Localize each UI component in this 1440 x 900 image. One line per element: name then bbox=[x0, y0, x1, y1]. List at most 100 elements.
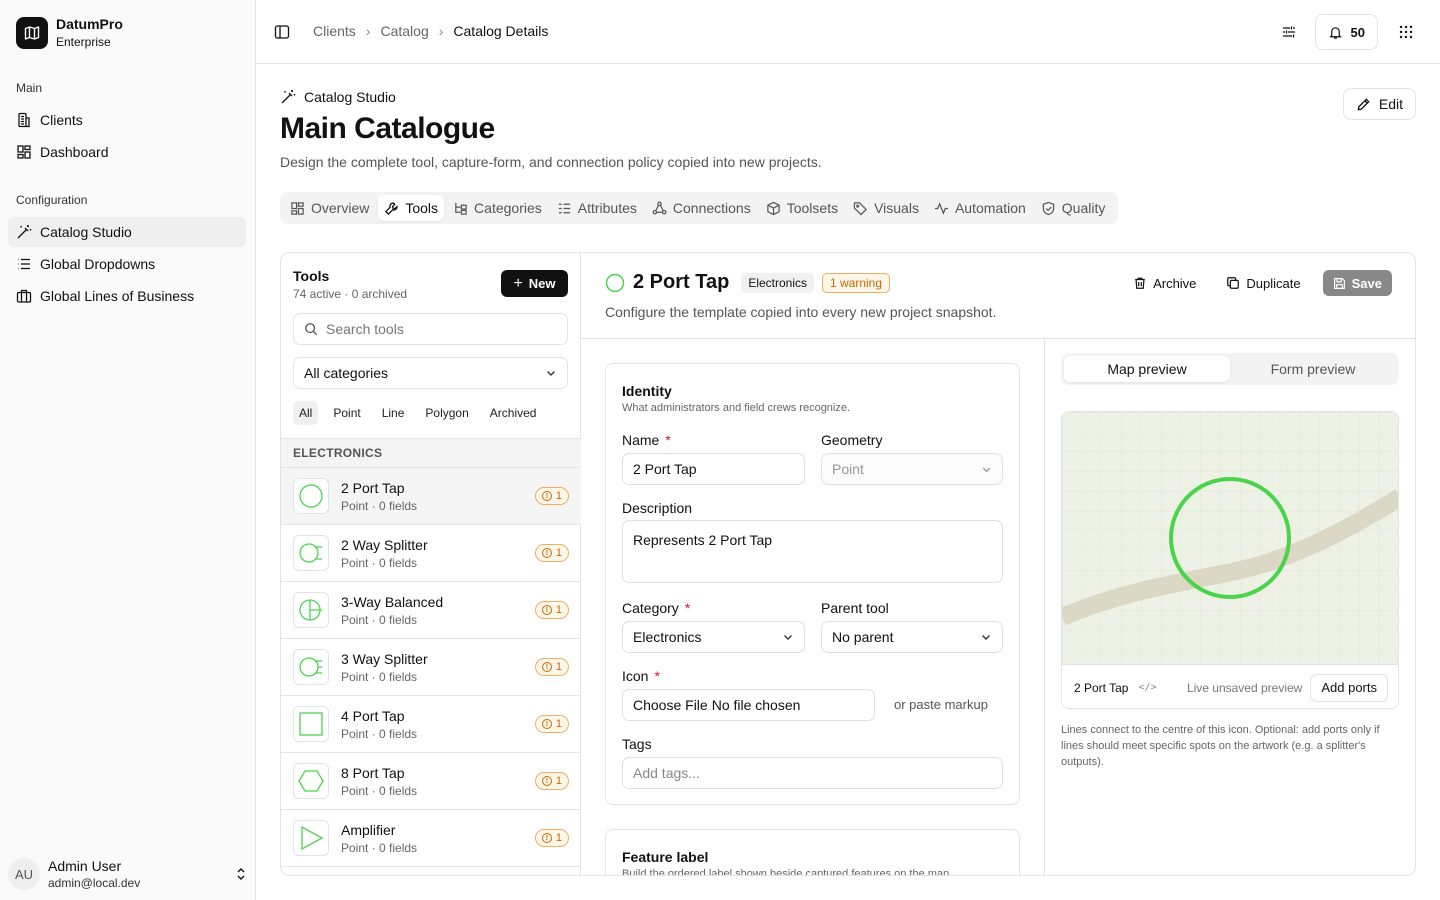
warning-badge[interactable]: 1 warning bbox=[822, 272, 891, 293]
paste-markup-link[interactable]: or paste markup bbox=[894, 697, 988, 712]
tab-tools[interactable]: Tools bbox=[378, 195, 445, 221]
edit-label: Edit bbox=[1378, 96, 1403, 112]
filter-point[interactable]: Point bbox=[327, 401, 366, 425]
preview-toggle: Map preview Form preview bbox=[1061, 353, 1399, 385]
tool-row[interactable]: 2 Way Splitter Point · 0 fields ! 1 bbox=[281, 525, 581, 582]
tool-name: 3 Way Splitter bbox=[341, 651, 428, 667]
name-label-text: Name bbox=[622, 432, 660, 448]
map-canvas[interactable] bbox=[1062, 412, 1399, 664]
tab-overview[interactable]: Overview bbox=[284, 195, 375, 221]
sidebar-item-catalog-studio[interactable]: Catalog Studio bbox=[8, 217, 246, 247]
filter-all[interactable]: All bbox=[293, 401, 319, 425]
category-filter-select[interactable]: All categories bbox=[293, 357, 568, 389]
wand-icon bbox=[17, 225, 32, 239]
chevron-down-icon bbox=[547, 371, 555, 376]
avatar: AU bbox=[8, 858, 40, 890]
tab-map-preview[interactable]: Map preview bbox=[1064, 356, 1230, 382]
tab-attributes[interactable]: Attributes bbox=[551, 195, 643, 221]
tools-panel: Tools 74 active · 0 archived + New Searc… bbox=[281, 253, 581, 875]
tool-thumbnail bbox=[293, 820, 329, 856]
breadcrumb-catalog[interactable]: Catalog bbox=[380, 23, 428, 39]
category-badge: Electronics bbox=[741, 272, 814, 293]
breadcrumb-clients[interactable]: Clients bbox=[313, 23, 356, 39]
tool-row[interactable]: 3 Way Splitter Point · 0 fields ! 1 bbox=[281, 639, 581, 696]
tool-row[interactable]: 2 Port Tap Point · 0 fields ! 1 bbox=[281, 468, 581, 525]
tool-meta: Point · 0 fields bbox=[341, 841, 418, 855]
tab-visuals[interactable]: Visuals bbox=[847, 195, 925, 221]
tab-label: Automation bbox=[954, 200, 1026, 216]
box-icon bbox=[766, 201, 780, 215]
archive-button[interactable]: Archive bbox=[1123, 270, 1206, 296]
description-field[interactable]: Represents 2 Port Tap bbox=[622, 520, 1003, 583]
tags-label: Tags bbox=[622, 736, 652, 752]
notifications-button[interactable]: 50 bbox=[1314, 14, 1378, 50]
edit-button[interactable]: Edit bbox=[1342, 88, 1416, 120]
new-tool-button[interactable]: + New bbox=[501, 270, 568, 297]
chevron-right-icon: › bbox=[365, 23, 371, 39]
breadcrumb-current: Catalog Details bbox=[453, 23, 549, 39]
grid-icon bbox=[1399, 25, 1413, 39]
sidebar-item-global-dropdowns[interactable]: Global Dropdowns bbox=[8, 249, 246, 279]
alert-icon: ! bbox=[541, 833, 552, 843]
hexagon-symbol-icon bbox=[298, 770, 324, 792]
tab-toolsets[interactable]: Toolsets bbox=[760, 195, 844, 221]
tab-categories[interactable]: Categories bbox=[447, 195, 548, 221]
duplicate-button[interactable]: Duplicate bbox=[1216, 270, 1310, 296]
warning-count: 1 bbox=[555, 604, 562, 616]
wrench-icon bbox=[385, 201, 398, 215]
warning-badge: ! 1 bbox=[534, 487, 569, 505]
eyebrow-label: Catalog Studio bbox=[304, 89, 396, 105]
tab-form-preview[interactable]: Form preview bbox=[1230, 356, 1396, 382]
tab-quality[interactable]: Quality bbox=[1035, 195, 1112, 221]
filter-line[interactable]: Line bbox=[376, 401, 411, 425]
bell-icon bbox=[1328, 26, 1342, 39]
copy-icon bbox=[1227, 277, 1240, 289]
tool-row[interactable]: 3-Way Balanced Point · 0 fields ! 1 bbox=[281, 582, 581, 639]
filter-polygon[interactable]: Polygon bbox=[419, 401, 474, 425]
category-label-text: Category bbox=[622, 600, 679, 616]
warning-badge: ! 1 bbox=[534, 772, 569, 790]
tab-label: Overview bbox=[311, 200, 370, 216]
geometry-filters: All Point Line Polygon Archived bbox=[293, 401, 551, 425]
tool-name: 4 Port Tap bbox=[341, 708, 405, 724]
sidebar-item-clients[interactable]: Clients bbox=[8, 105, 246, 135]
feature-label-title: Feature label bbox=[622, 849, 709, 865]
briefcase-icon bbox=[16, 289, 32, 303]
tool-name: 8 Port Tap bbox=[341, 765, 405, 781]
tab-connections[interactable]: Connections bbox=[646, 195, 757, 221]
add-ports-button[interactable]: Add ports bbox=[1310, 673, 1388, 702]
filter-archived[interactable]: Archived bbox=[484, 401, 543, 425]
warning-badge: ! 1 bbox=[534, 658, 569, 676]
description-label: Description bbox=[622, 500, 693, 516]
name-field[interactable]: 2 Port Tap bbox=[622, 453, 805, 485]
code-icon[interactable]: </> bbox=[1138, 682, 1156, 693]
icon-file-input[interactable]: Choose File No file chosen bbox=[622, 689, 875, 721]
user-menu[interactable]: AU Admin User admin@local.dev bbox=[8, 856, 248, 892]
choose-file-button[interactable]: Choose File bbox=[633, 697, 708, 713]
plus-icon: + bbox=[513, 274, 523, 292]
sliders-button[interactable] bbox=[1271, 14, 1307, 50]
tool-thumbnail bbox=[293, 763, 329, 799]
apps-button[interactable] bbox=[1388, 14, 1424, 50]
sidebar-item-global-lines-of-business[interactable]: Global Lines of Business bbox=[8, 281, 246, 311]
tab-label: Tools bbox=[405, 200, 439, 216]
tool-row[interactable]: 8 Port Tap Point · 0 fields ! 1 bbox=[281, 753, 581, 810]
save-button[interactable]: Save bbox=[1322, 270, 1392, 296]
sidebar-item-dashboard[interactable]: Dashboard bbox=[8, 137, 246, 167]
search-input[interactable]: Search tools bbox=[293, 313, 568, 345]
save-icon bbox=[1333, 277, 1345, 289]
tab-automation[interactable]: Automation bbox=[928, 195, 1032, 221]
tool-row[interactable]: Amplifier Point · 0 fields ! 1 bbox=[281, 810, 581, 867]
map-preview-footer: 2 Port Tap </> Live unsaved preview Add … bbox=[1062, 664, 1398, 708]
parent-tool-select[interactable]: No parent bbox=[821, 621, 1003, 653]
sidebar-toggle-icon[interactable] bbox=[274, 24, 290, 40]
chevrons-updown-icon bbox=[237, 868, 245, 880]
tool-row[interactable]: 4 Port Tap Point · 0 fields ! 1 bbox=[281, 696, 581, 753]
brand[interactable]: DatumPro Enterprise bbox=[16, 16, 123, 50]
trash-icon bbox=[1135, 277, 1145, 289]
warning-badge: ! 1 bbox=[534, 829, 569, 847]
tags-input[interactable]: Add tags... bbox=[622, 757, 1003, 789]
icon-label-text: Icon bbox=[622, 668, 649, 684]
category-select[interactable]: Electronics bbox=[622, 621, 805, 653]
dashboard-icon bbox=[17, 145, 31, 159]
